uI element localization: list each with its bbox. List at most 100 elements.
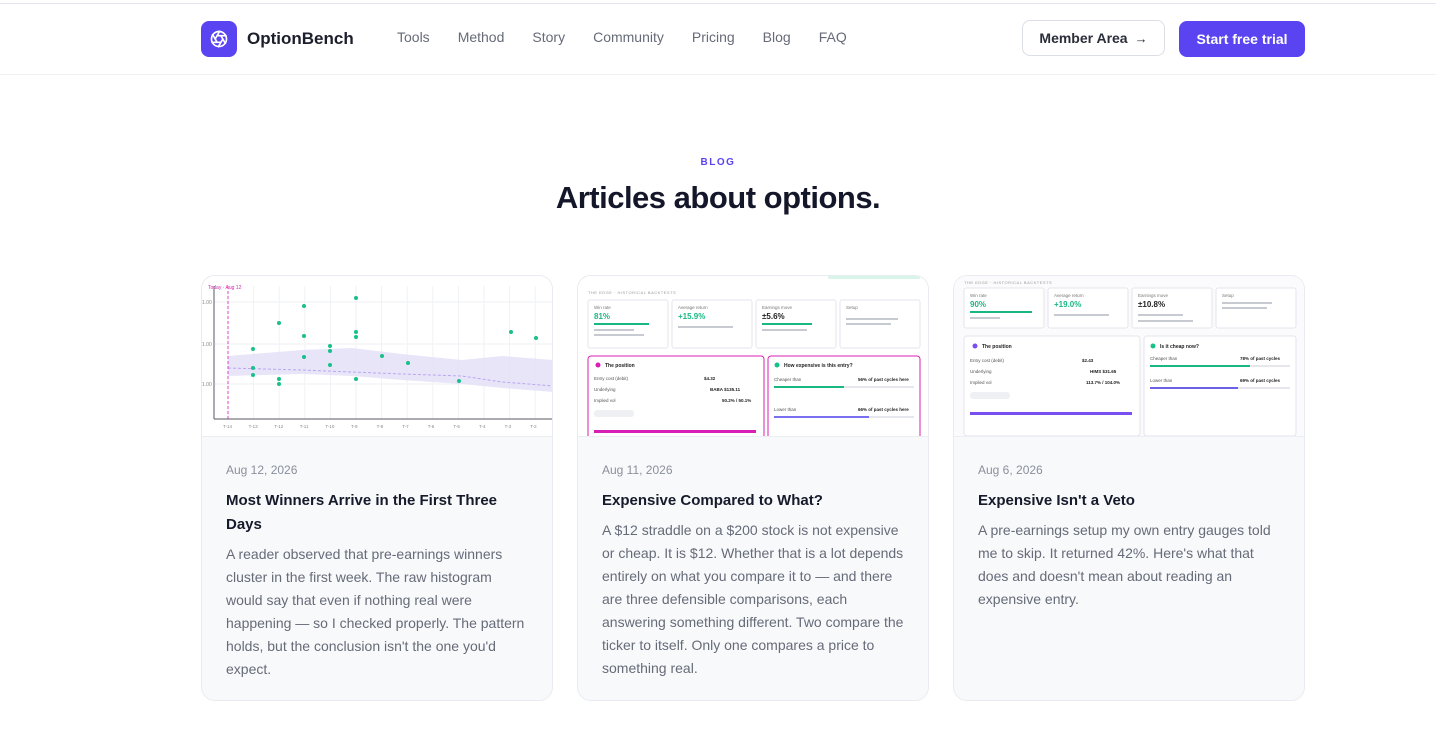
- arrow-right-icon: →: [1134, 30, 1148, 46]
- x-tick: T-11: [300, 424, 309, 429]
- x-tick: T-3: [505, 424, 512, 429]
- x-tick: T-9: [351, 424, 358, 429]
- article-excerpt: A pre-earnings setup my own entry gauges…: [978, 522, 1271, 607]
- stat-label: Win rate: [594, 305, 611, 310]
- x-tick: T-8: [377, 424, 384, 429]
- article-card[interactable]: THE EDGE · HISTORICAL BACKTESTS Win rate…: [577, 275, 929, 701]
- stat-value: ±10.8%: [1138, 300, 1165, 309]
- row-value: HIMS $31.65: [1090, 369, 1117, 374]
- scatter-point: [328, 344, 332, 348]
- scatter-point: [328, 363, 332, 367]
- row-label: Lower than: [774, 407, 797, 412]
- nav-pricing[interactable]: Pricing: [678, 29, 749, 45]
- section-title: Articles about options.: [555, 180, 881, 215]
- scatter-point: [354, 296, 358, 300]
- dashboard-thumbnail: THE EDGE · HISTORICAL BACKTESTS Win rate…: [954, 276, 1304, 436]
- x-tick: T-13: [249, 424, 259, 429]
- row-label: Entry cost (debit): [594, 376, 629, 381]
- stat-value: +19.0%: [1054, 300, 1081, 309]
- article-thumbnail: Today · Aug 12 1.00 1.00 1.00 T-14 T-13 T-…: [202, 276, 552, 437]
- row-label: Implied vol: [970, 380, 992, 385]
- row-value: $2.43: [1082, 358, 1094, 363]
- x-tick: T-7: [402, 424, 409, 429]
- nav-method[interactable]: Method: [444, 29, 519, 45]
- article-date: Aug 6, 2026: [978, 463, 1043, 477]
- stat-label: Average return: [1054, 293, 1084, 298]
- scatter-thumbnail-chart: Today · Aug 12 1.00 1.00 1.00 T-14 T-13 T-…: [202, 285, 552, 429]
- site-header: OptionBench Tools Method Story Community…: [0, 4, 1436, 75]
- article-excerpt: A $12 straddle on a $200 stock is not ex…: [602, 522, 904, 676]
- article-date: Aug 12, 2026: [226, 463, 298, 477]
- scatter-point: [251, 347, 255, 351]
- stat-label: Earnings move: [1138, 293, 1169, 298]
- row-value: BABA $135.11: [710, 387, 741, 392]
- expensive-title: Is it cheap now?: [1160, 344, 1199, 350]
- y-tick: 1.00: [202, 342, 212, 348]
- today-label: Today · Aug 12: [208, 285, 242, 291]
- main-nav: Tools Method Story Community Pricing Blo…: [383, 29, 861, 45]
- row-label: Entry cost (debit): [970, 358, 1005, 363]
- scatter-point: [509, 330, 513, 334]
- article-date: Aug 11, 2026: [602, 463, 673, 477]
- x-tick: T-6: [428, 424, 435, 429]
- aperture-icon: [201, 21, 237, 57]
- scatter-point: [251, 366, 255, 370]
- scatter-point: [380, 354, 384, 358]
- y-tick: 1.00: [202, 382, 212, 388]
- member-area-button[interactable]: Member Area →: [1022, 20, 1165, 56]
- nav-tools[interactable]: Tools: [383, 29, 444, 45]
- row-label: Cheaper than: [1150, 356, 1178, 361]
- thumb-header: THE EDGE · HISTORICAL BACKTESTS: [588, 290, 676, 295]
- stat-label: Setup: [1222, 293, 1234, 298]
- article-card[interactable]: Today · Aug 12 1.00 1.00 1.00 T-14 T-13 T-…: [201, 275, 553, 701]
- expensive-title: How expensive is this entry?: [784, 363, 853, 369]
- row-value: 78% of past cycles: [1240, 356, 1281, 361]
- article-thumbnail: THE EDGE · HISTORICAL BACKTESTS Win rate…: [578, 276, 928, 437]
- stat-value: 90%: [970, 300, 986, 309]
- brand-name: OptionBench: [247, 29, 354, 48]
- scatter-point: [251, 373, 255, 377]
- scatter-point: [354, 335, 358, 339]
- stat-label: Average return: [678, 305, 708, 310]
- x-tick: T-10: [325, 424, 335, 429]
- row-value: $4.32: [704, 376, 716, 381]
- member-area-label: Member Area: [1039, 30, 1128, 46]
- row-value: 66% of past cycles here: [858, 407, 909, 412]
- scatter-point: [302, 355, 306, 359]
- row-label: Underlying: [594, 387, 616, 392]
- row-label: Lower than: [1150, 378, 1173, 383]
- stat-value: +15.9%: [678, 312, 705, 321]
- scatter-point: [354, 330, 358, 334]
- scatter-point: [277, 377, 281, 381]
- scatter-point: [302, 334, 306, 338]
- stat-label: Setup: [846, 305, 858, 310]
- row-label: Cheaper than: [774, 377, 802, 382]
- article-card[interactable]: THE EDGE · HISTORICAL BACKTESTS Win rate…: [953, 275, 1305, 701]
- article-thumbnail: THE EDGE · HISTORICAL BACKTESTS Win rate…: [954, 276, 1304, 437]
- nav-faq[interactable]: FAQ: [805, 29, 861, 45]
- article-excerpt: A reader observed that pre-earnings winn…: [226, 546, 525, 677]
- scatter-point: [354, 377, 358, 381]
- thumb-header: THE EDGE · HISTORICAL BACKTESTS: [964, 280, 1052, 285]
- nav-community[interactable]: Community: [579, 29, 678, 45]
- brand[interactable]: OptionBench: [201, 21, 354, 57]
- position-title: The position: [605, 363, 635, 369]
- stat-value: 81%: [594, 312, 610, 321]
- article-title[interactable]: Expensive Compared to What?: [602, 489, 904, 513]
- x-tick: T-5: [453, 424, 460, 429]
- article-title[interactable]: Expensive Isn't a Veto: [978, 489, 1280, 513]
- article-title[interactable]: Most Winners Arrive in the First Three D…: [226, 489, 528, 537]
- scatter-point: [328, 349, 332, 353]
- start-trial-button[interactable]: Start free trial: [1179, 21, 1305, 57]
- nav-story[interactable]: Story: [518, 29, 579, 45]
- row-value: 113.7% / 104.0%: [1086, 380, 1120, 385]
- position-title: The position: [982, 344, 1012, 350]
- y-tick: 1.00: [202, 300, 212, 306]
- nav-blog[interactable]: Blog: [749, 29, 805, 45]
- row-value: 56% of past cycles here: [858, 377, 909, 382]
- row-value: 50.2% / 50.1%: [722, 398, 751, 403]
- row-value: 69% of past cycles: [1240, 378, 1281, 383]
- section-eyebrow: BLOG: [700, 157, 736, 168]
- scatter-point: [406, 361, 410, 365]
- scatter-point: [277, 321, 281, 325]
